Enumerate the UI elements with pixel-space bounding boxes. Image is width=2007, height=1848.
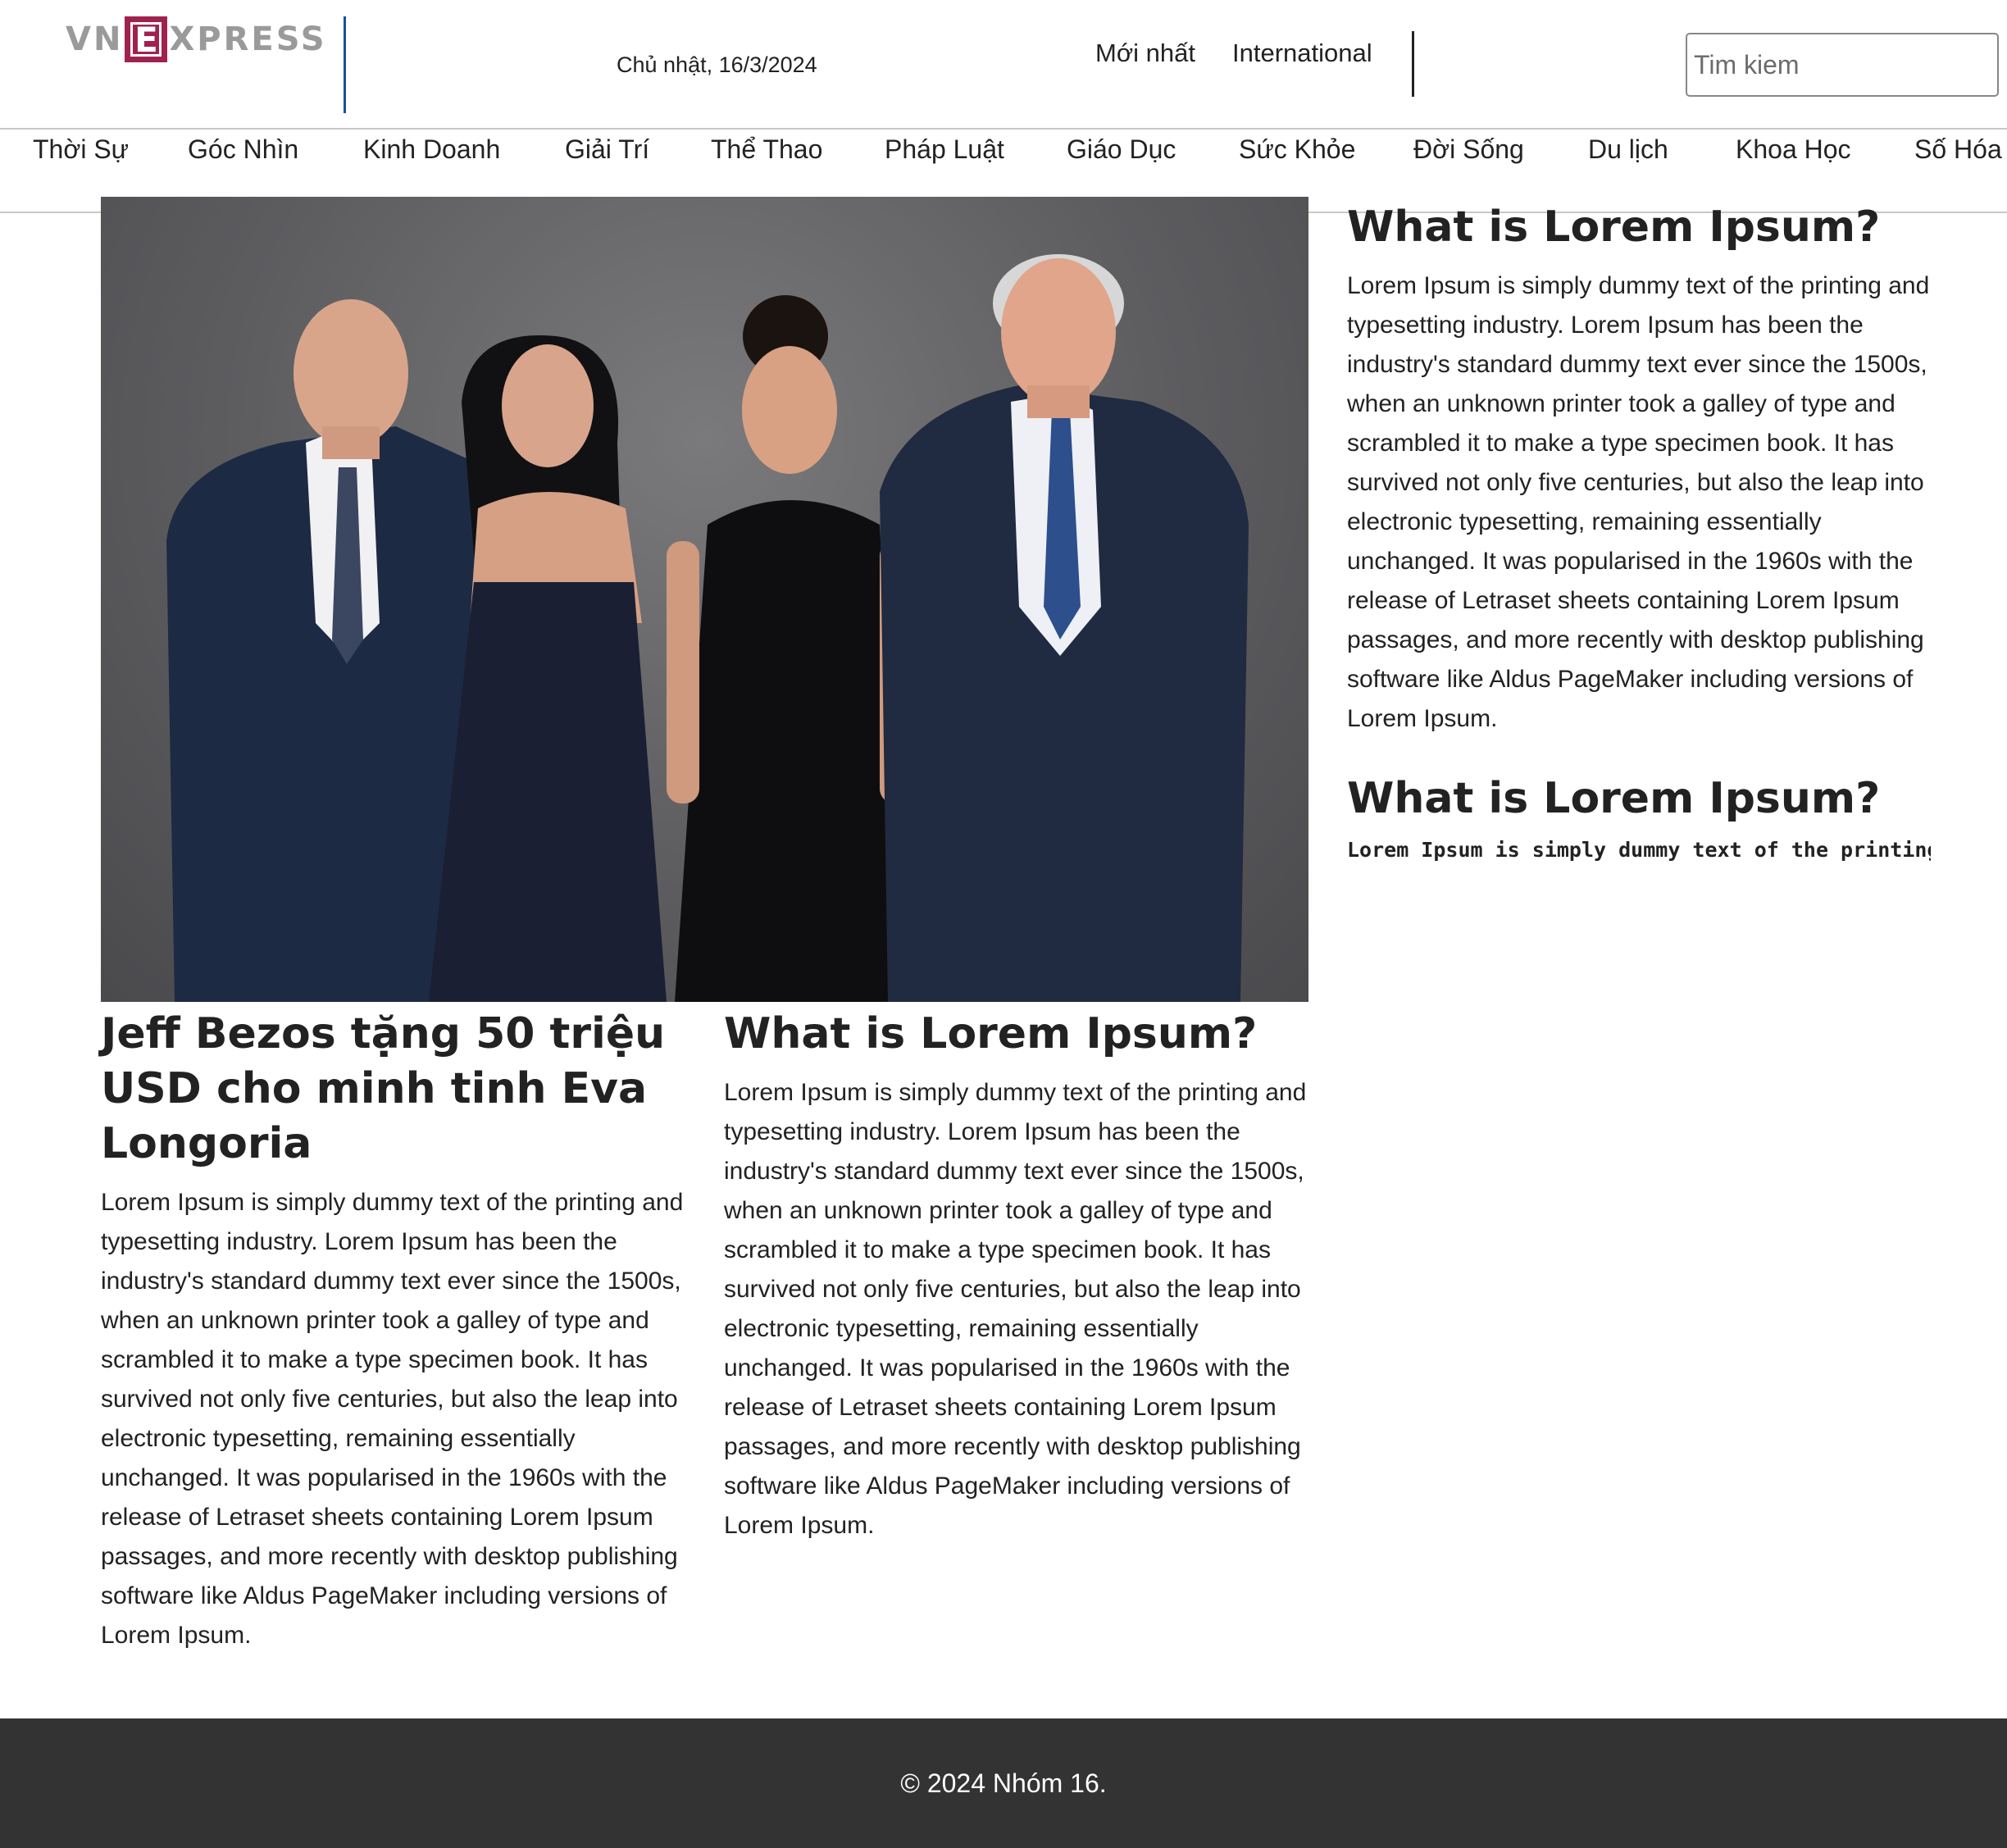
sidebar-articles: What is Lorem Ipsum? Lorem Ipsum is simp… xyxy=(1347,200,1931,862)
nav-item-suc-khoe[interactable]: Sức Khỏe xyxy=(1239,134,1355,165)
nav-item-goc-nhin[interactable]: Góc Nhìn xyxy=(188,134,298,165)
secondary-article-title[interactable]: What is Lorem Ipsum? xyxy=(724,1007,1314,1062)
current-date: Chủ nhật, 16/3/2024 xyxy=(617,52,817,77)
main-article-title[interactable]: Jeff Bezos tặng 50 triệu USD cho minh ti… xyxy=(101,1007,691,1172)
nav-item-giao-duc[interactable]: Giáo Dục xyxy=(1067,134,1176,165)
logo-text-right: XPRESS xyxy=(169,20,327,58)
top-header: VN E XPRESS Chủ nhật, 16/3/2024 Mới nhất I… xyxy=(0,0,2007,130)
logo-e-box: E xyxy=(125,16,168,62)
figure-4 xyxy=(880,254,1249,1002)
header-divider xyxy=(1412,31,1414,97)
nav-item-thoi-su[interactable]: Thời Sự xyxy=(33,134,129,165)
footer-copyright: © 2024 Nhóm 16. xyxy=(900,1768,1107,1798)
hero-photo-illustration xyxy=(166,254,1249,1002)
nav-item-the-thao[interactable]: Thể Thao xyxy=(711,134,822,165)
nav-item-giai-tri[interactable]: Giải Trí xyxy=(565,134,649,165)
nav-item-du-lich[interactable]: Du lịch xyxy=(1588,134,1668,165)
sidebar-article-2-title[interactable]: What is Lorem Ipsum? xyxy=(1347,772,1931,826)
secondary-article-body: Lorem Ipsum is simply dummy text of the … xyxy=(724,1079,1307,1539)
nav-item-so-hoa[interactable]: Số Hóa xyxy=(1914,134,2002,165)
hero-photo[interactable] xyxy=(101,197,1308,1002)
nav-item-doi-song[interactable]: Đời Sống xyxy=(1413,134,1524,165)
international-link[interactable]: International xyxy=(1232,39,1372,68)
nav-item-khoa-hoc[interactable]: Khoa Học xyxy=(1736,134,1851,165)
logo-text-left: VN xyxy=(66,20,124,58)
latest-news-link[interactable]: Mới nhất xyxy=(1095,39,1195,68)
vnexpress-logo[interactable]: VN E XPRESS xyxy=(66,16,327,62)
sidebar-article-1-body: Lorem Ipsum is simply dummy text of the … xyxy=(1347,272,1930,732)
search-input[interactable] xyxy=(1686,33,1999,97)
figure-3 xyxy=(667,295,912,1002)
nav-item-kinh-doanh[interactable]: Kinh Doanh xyxy=(363,134,500,165)
header-divider-blue xyxy=(344,16,346,113)
page-footer: © 2024 Nhóm 16. xyxy=(0,1718,2007,1848)
sidebar-article-2-body: Lorem Ipsum is simply dummy text of the … xyxy=(1347,838,1931,862)
sidebar-article-1-title[interactable]: What is Lorem Ipsum? xyxy=(1347,200,1931,255)
nav-item-phap-luat[interactable]: Pháp Luật xyxy=(885,134,1004,165)
secondary-article: What is Lorem Ipsum? Lorem Ipsum is simp… xyxy=(724,1007,1314,1545)
main-article: Jeff Bezos tặng 50 triệu USD cho minh ti… xyxy=(101,1007,691,1655)
main-article-body: Lorem Ipsum is simply dummy text of the … xyxy=(101,1189,684,1649)
